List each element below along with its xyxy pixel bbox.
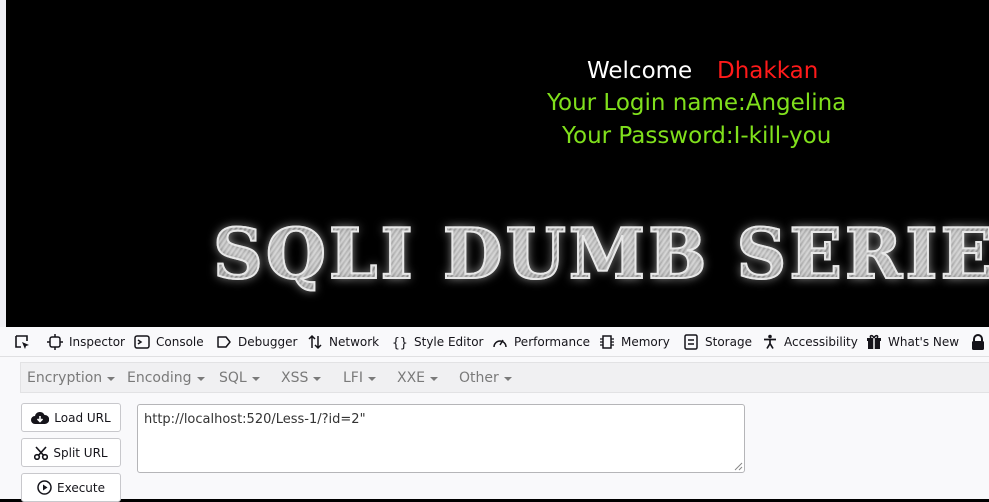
split-url-button[interactable]: Split URL	[21, 438, 121, 467]
menu-encryption[interactable]: Encryption	[27, 363, 116, 392]
tab-inspector[interactable]: Inspector	[47, 327, 125, 357]
play-circle-icon	[37, 480, 52, 495]
url-input-value: http://localhost:520/Less-1/?id=2"	[144, 412, 366, 427]
login-name-text: Your Login name:Angelina	[547, 90, 847, 116]
menu-encoding[interactable]: Encoding	[127, 363, 205, 392]
menu-xss-label: XSS	[281, 369, 309, 386]
load-url-label: Load URL	[54, 410, 111, 425]
password-text: Your Password:I-kill-you	[562, 123, 832, 149]
tab-style-editor[interactable]: {} Style Editor	[392, 327, 483, 357]
tab-performance-label: Performance	[514, 335, 591, 349]
storage-icon	[684, 334, 698, 350]
menu-other-label: Other	[459, 369, 499, 386]
tab-performance[interactable]: Performance	[492, 327, 590, 357]
chevron-down-icon	[313, 376, 322, 381]
tab-network-label: Network	[329, 335, 380, 349]
tab-inspector-label: Inspector	[69, 335, 125, 349]
tab-memory[interactable]: Memory	[599, 327, 670, 357]
chevron-down-icon	[367, 376, 376, 381]
menu-sql[interactable]: SQL	[219, 363, 260, 392]
tab-storage-label: Storage	[705, 335, 752, 349]
tab-whats-new[interactable]: What's New	[866, 327, 959, 357]
tab-style-editor-label: Style Editor	[414, 335, 484, 349]
split-url-label: Split URL	[53, 445, 108, 460]
devtools-toolbar: Inspector Console Debugger Network {} St…	[0, 327, 989, 357]
sqli-dumb-series-banner: SQLI DUMB SERIES	[212, 213, 989, 296]
web-page: Welcome Dhakkan Your Login name:Angelina…	[6, 0, 989, 327]
menu-other[interactable]: Other	[459, 363, 512, 392]
svg-text:{}: {}	[392, 336, 408, 350]
tab-debugger[interactable]: Debugger	[216, 327, 297, 357]
menu-xss[interactable]: XSS	[281, 363, 322, 392]
execute-label: Execute	[57, 480, 105, 495]
chevron-down-icon	[503, 376, 512, 381]
gift-icon	[867, 334, 881, 349]
network-icon	[308, 334, 322, 350]
menu-xxe[interactable]: XXE	[397, 363, 439, 392]
tab-storage[interactable]: Storage	[683, 327, 752, 357]
style-editor-icon: {}	[392, 336, 408, 350]
tab-accessibility-label: Accessibility	[784, 335, 858, 349]
chevron-down-icon	[430, 376, 439, 381]
devtools-panel: Inspector Console Debugger Network {} St…	[0, 327, 989, 502]
menu-sql-label: SQL	[219, 369, 247, 386]
element-picker-icon[interactable]	[13, 333, 31, 351]
menu-encoding-label: Encoding	[127, 369, 192, 386]
performance-icon	[493, 339, 507, 348]
tab-network[interactable]: Network	[307, 327, 379, 357]
load-url-button[interactable]: Load URL	[21, 403, 121, 432]
username-text: Dhakkan	[717, 58, 819, 84]
tab-debugger-label: Debugger	[238, 335, 298, 349]
chevron-down-icon	[196, 376, 205, 381]
menu-encryption-label: Encryption	[27, 369, 103, 386]
tab-console[interactable]: Console	[134, 327, 204, 357]
menu-xxe-label: XXE	[397, 369, 426, 386]
tab-console-label: Console	[156, 335, 204, 349]
cloud-download-icon	[31, 411, 50, 424]
hackbar-menu-bar: Encryption Encoding SQL XSS LFI XXE Othe…	[20, 362, 989, 393]
welcome-text: Welcome	[587, 58, 693, 84]
tab-whats-new-label: What's New	[888, 335, 960, 349]
tab-memory-label: Memory	[621, 335, 670, 349]
chevron-down-icon	[107, 376, 116, 381]
memory-icon	[600, 335, 614, 349]
url-input[interactable]: http://localhost:520/Less-1/?id=2"	[137, 404, 745, 473]
chevron-down-icon	[251, 376, 260, 381]
tab-accessibility[interactable]: Accessibility	[762, 327, 858, 357]
scissors-icon	[34, 445, 49, 460]
menu-lfi-label: LFI	[343, 369, 363, 386]
accessibility-icon	[764, 334, 776, 349]
resize-grip-icon[interactable]	[734, 462, 743, 471]
menu-lfi[interactable]: LFI	[343, 363, 376, 392]
execute-button[interactable]: Execute	[21, 473, 121, 502]
debugger-icon	[217, 336, 231, 348]
inspector-icon	[47, 334, 63, 350]
console-icon	[134, 335, 150, 349]
lock-icon[interactable]	[970, 334, 986, 350]
